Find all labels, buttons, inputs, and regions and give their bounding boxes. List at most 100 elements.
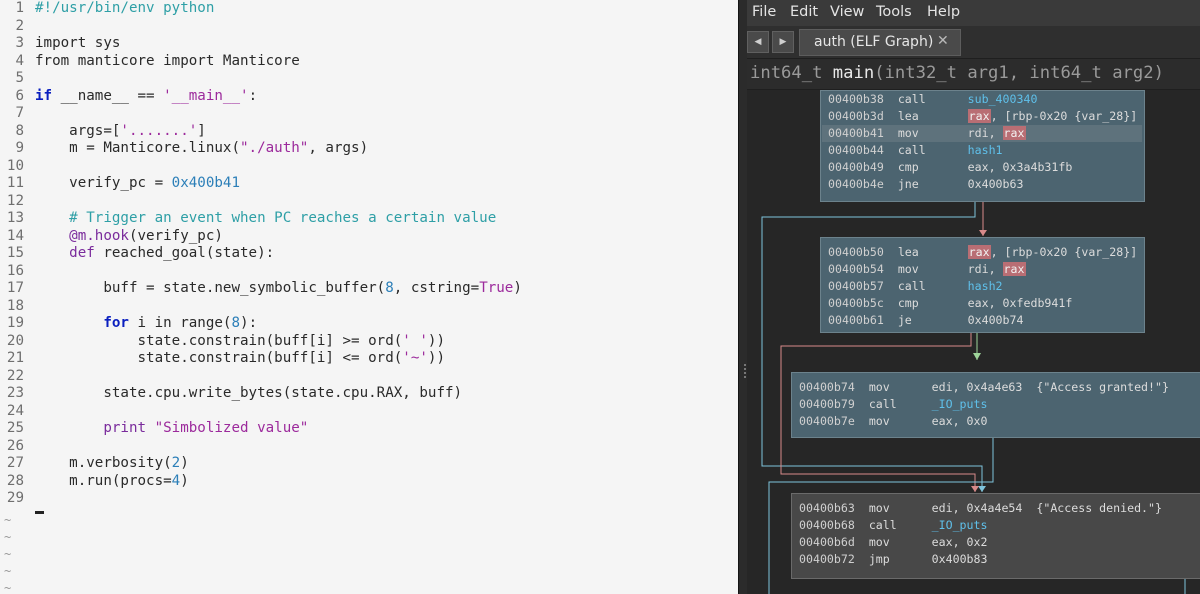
symbol-reference[interactable]: sub_400340 — [968, 92, 1038, 106]
tab-auth-elf-graph[interactable]: auth (ELF Graph) ✕ — [799, 29, 961, 56]
code-line-3: import sys — [35, 35, 120, 53]
instruction-row[interactable]: 00400b44 call hash1 — [828, 142, 1003, 159]
basic-block-2[interactable]: 00400b50 lea rax, [rbp-0x20 {var_28}] 00… — [820, 237, 1145, 333]
basic-block-access-granted[interactable]: 00400b74 mov edi, 0x4a4e63 {"Access gran… — [791, 372, 1200, 438]
register-highlight[interactable]: rax — [967, 109, 991, 123]
instruction-row[interactable]: 00400b3d lea rax, [rbp-0x20 {var_28}] — [828, 108, 1137, 125]
control-flow-graph[interactable]: 00400b38 call sub_400340 00400b3d lea ra… — [747, 90, 1200, 594]
code-text: m.run(procs= — [35, 472, 172, 489]
mnemonic: lea — [897, 109, 919, 123]
menu-tools[interactable]: Tools — [876, 4, 912, 20]
line-number: 22 — [6, 367, 24, 384]
code-editor[interactable]: 1 2 3 4 5 6 7 8 9 10 11 12 13 14 15 16 1… — [0, 0, 738, 594]
line-number: 14 — [6, 227, 24, 244]
disassembler-window: File Edit View Tools Help ◀ ▶ auth (ELF … — [747, 0, 1200, 594]
symbol-reference[interactable]: hash2 — [968, 279, 1003, 293]
arrow-right-icon: ▶ — [779, 37, 787, 47]
instruction-row-selected[interactable]: 00400b41 mov rdi, rax — [828, 125, 1026, 142]
code-line-17: buff = state.new_symbolic_buffer(8, cstr… — [35, 280, 522, 298]
instruction-row[interactable]: 00400b49 cmp eax, 0x3a4b31fb — [828, 159, 1072, 176]
mnemonic: mov — [868, 380, 890, 394]
code-line-1: #!/usr/bin/env python — [35, 0, 215, 16]
string-literal: '~' — [402, 350, 428, 366]
operand: eax, 0xfedb941f — [967, 296, 1073, 310]
string-literal: ' ' — [402, 332, 428, 349]
register-highlight[interactable]: rax — [967, 245, 991, 259]
instruction-row[interactable]: 00400b5c cmp eax, 0xfedb941f — [828, 295, 1072, 312]
code-line-9: m = Manticore.linux("./auth", args) — [35, 140, 368, 158]
tab-bar: ◀ ▶ auth (ELF Graph) ✕ — [747, 26, 1200, 59]
basic-block-access-denied[interactable]: 00400b63 mov edi, 0x4a4e54 {"Access deni… — [791, 493, 1200, 579]
edge-arrowhead — [978, 486, 986, 492]
text-cursor — [35, 496, 44, 514]
instruction-row[interactable]: 00400b38 call sub_400340 — [828, 91, 1037, 108]
instruction-row[interactable]: 00400b79 call _IO_puts — [799, 396, 987, 413]
menu-help[interactable]: Help — [927, 4, 960, 20]
mnemonic: call — [897, 92, 926, 106]
edge-arrowhead — [971, 486, 979, 492]
menu-edit[interactable]: Edit — [790, 4, 818, 20]
instruction-row[interactable]: 00400b6d mov eax, 0x2 — [799, 534, 988, 551]
code-line-15: def reached_goal(state): — [35, 245, 274, 263]
code-text: i — [128, 315, 155, 331]
edge-arrowhead — [979, 230, 987, 236]
instruction-address: 00400b3d — [828, 109, 884, 123]
close-icon[interactable]: ✕ — [937, 33, 949, 49]
register-highlight[interactable]: rax — [1002, 262, 1026, 276]
nav-back-button[interactable]: ◀ — [747, 31, 769, 53]
instruction-row[interactable]: 00400b68 call _IO_puts — [799, 517, 987, 534]
line-number: 3 — [15, 35, 24, 51]
instruction-address: 00400b61 — [828, 313, 884, 327]
line-number: 25 — [6, 420, 24, 436]
code-text: , cstring= — [393, 280, 480, 296]
menu-file[interactable]: File — [752, 4, 776, 20]
keyword: from — [35, 52, 70, 69]
instruction-row[interactable]: 00400b4e jne 0x400b63 — [828, 176, 1023, 193]
splitter-grip-dot — [744, 368, 746, 370]
edge-arrowhead — [973, 353, 981, 360]
keyword: for — [35, 315, 129, 331]
decorator: @m.hook — [35, 227, 129, 244]
instruction-row[interactable]: 00400b72 jmp 0x400b83 — [799, 551, 988, 568]
code-text: , args) — [308, 140, 369, 156]
mnemonic: jne — [897, 177, 919, 191]
instruction-row[interactable]: 00400b74 mov edi, 0x4a4e63 {"Access gran… — [799, 379, 1169, 396]
instruction-row[interactable]: 00400b7e mov eax, 0x0 — [799, 413, 988, 430]
line-number: 17 — [6, 280, 24, 296]
line-number: 2 — [15, 17, 24, 34]
mnemonic: je — [897, 313, 912, 327]
line-number-gutter: 1 2 3 4 5 6 7 8 9 10 11 12 13 14 15 16 1… — [0, 0, 28, 594]
menu-view[interactable]: View — [830, 4, 864, 20]
instruction-row[interactable]: 00400b63 mov edi, 0x4a4e54 {"Access deni… — [799, 500, 1162, 517]
line-number: 18 — [6, 297, 24, 314]
instruction-row[interactable]: 00400b50 lea rax, [rbp-0x20 {var_28}] — [828, 244, 1137, 261]
function-name[interactable]: main — [833, 63, 874, 83]
register-highlight[interactable]: rax — [1002, 126, 1026, 140]
instruction-row[interactable]: 00400b61 je 0x400b74 — [828, 312, 1023, 329]
instruction-row[interactable]: 00400b57 call hash2 — [828, 278, 1003, 295]
line-number: 1 — [15, 0, 24, 16]
instruction-address: 00400b41 — [828, 126, 884, 140]
code-text: m = Manticore.linux( — [35, 140, 240, 156]
instruction-address: 00400b7e — [799, 414, 855, 428]
code-text: (state): — [205, 245, 275, 261]
instruction-row[interactable]: 00400b54 mov rdi, rax — [828, 261, 1026, 278]
instruction-address: 00400b44 — [828, 143, 884, 157]
symbol-reference[interactable]: _IO_puts — [932, 397, 988, 411]
string-literal: "Simbolized value" — [146, 420, 309, 436]
symbol-reference[interactable]: _IO_puts — [932, 518, 988, 532]
code-text: range( — [171, 315, 232, 331]
code-text: (verify_pc) — [128, 227, 223, 244]
line-number: 13 — [6, 210, 24, 226]
keyword: if — [35, 87, 53, 104]
nav-forward-button[interactable]: ▶ — [772, 31, 794, 53]
basic-block-1[interactable]: 00400b38 call sub_400340 00400b3d lea ra… — [820, 90, 1145, 202]
mnemonic: mov — [868, 414, 890, 428]
code-text: args=[ — [35, 122, 121, 139]
code-text: ) — [513, 280, 522, 296]
instruction-address: 00400b6d — [799, 535, 855, 549]
symbol-reference[interactable]: hash1 — [968, 143, 1003, 157]
instruction-address: 00400b79 — [799, 397, 855, 411]
code-text: Manticore — [214, 52, 300, 69]
instruction-address: 00400b57 — [828, 279, 884, 293]
